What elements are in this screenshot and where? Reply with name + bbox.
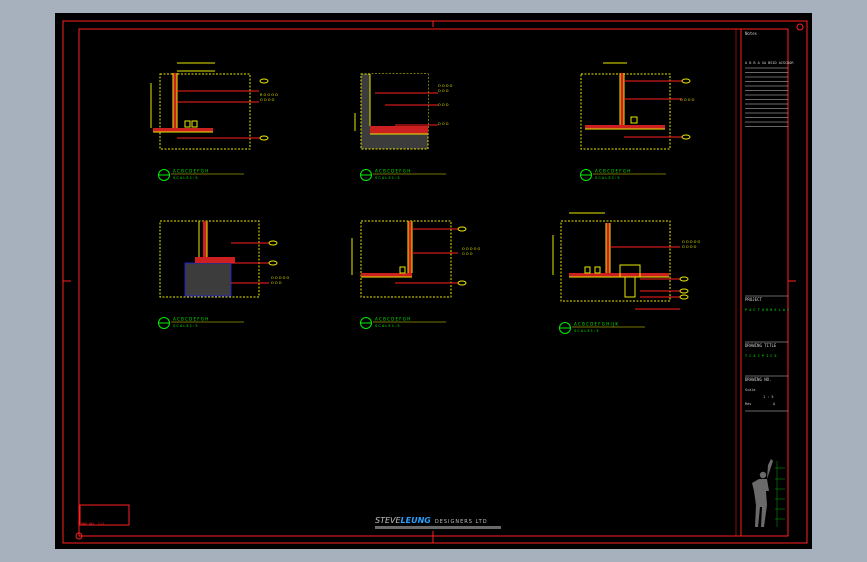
detail-title-text: A C B C D E F G H (173, 317, 208, 322)
detail-scale-text: S C A L E 1 : 5 (173, 176, 198, 180)
rev-value: A (773, 402, 776, 406)
rev-label: Rev (745, 402, 751, 406)
logo-prefix: STEVE (375, 516, 401, 525)
detail-1[interactable]: R O O O O O O O O (150, 62, 278, 150)
detail-3[interactable]: O O O O (580, 62, 695, 150)
svg-text:O O O O O: O O O O O (682, 240, 700, 244)
detail-title-text: A C B C D E F G H (173, 169, 208, 174)
svg-text:O O O: O O O (438, 103, 449, 107)
drawing-viewport[interactable]: DWG NO. 1/1 Notes A B B A SA BSID ACSCDO… (55, 13, 812, 549)
svg-text:O O O: O O O (438, 89, 449, 93)
logo-suffix: DESIGNERS LTD (435, 519, 488, 525)
stamp-text: DWG NO. 1/1 (81, 522, 104, 526)
detail-title-5: A C B C D E F G H S C A L E 1 : 5 (360, 317, 446, 329)
detail-scale-text: S C A L E 1 : 5 (574, 329, 599, 333)
detail-scale-text: S C A L E 1 : 5 (595, 176, 620, 180)
scale-label: Scale (745, 388, 756, 392)
titleblock-table-header: A B B A SA BSID ACSCDOR (745, 61, 794, 65)
detail-title-3: A C B C D E F G H S C A L E 1 : 5 (580, 169, 666, 181)
cad-drawing: DWG NO. 1/1 Notes A B B A SA BSID ACSCDO… (62, 20, 808, 544)
corner-mark-tr (796, 23, 804, 31)
detail-6[interactable]: O O O O O O O O O (552, 212, 700, 310)
drawing-title-value: T C A C P I C E (745, 354, 777, 358)
detail-title-1: A C B C D E F G H S C A L E 1 : 5 (158, 169, 244, 181)
titleblock-notes-header: Notes (745, 31, 758, 36)
detail-6-frame (560, 220, 671, 302)
svg-text:O O O O O: O O O O O (462, 247, 480, 251)
detail-5-frame (360, 220, 452, 298)
svg-text:O O O O: O O O O (260, 98, 275, 102)
logo-brand: LEUNG (401, 516, 432, 525)
detail-scale-text: S C A L E 1 : 5 (375, 324, 400, 328)
detail-title-text: A C B C D E F G H (375, 317, 410, 322)
svg-text:R O O O O: R O O O O (260, 93, 278, 97)
drawing-no-label: DRAWING NO. (745, 377, 772, 382)
detail-scale-text: S C A L E 1 : 5 (375, 176, 400, 180)
modulor-figure-icon (752, 459, 773, 527)
svg-text:O O O: O O O (462, 252, 473, 256)
detail-title-text: A C B C D E F G H (375, 169, 410, 174)
detail-4[interactable]: O O O O O O O O (159, 220, 289, 298)
detail-title-text: A C B C D E F G H (595, 169, 630, 174)
scale-value: 1 : 5 (763, 395, 774, 399)
logo-text: STEVELEUNG DESIGNERS LTD (375, 516, 488, 525)
logo-underline (375, 526, 501, 529)
detail-5[interactable]: O O O O O O O O (351, 220, 480, 298)
detail-title-6: A C B C D E F G H I J K S C A L E 1 : 5 (559, 322, 645, 334)
project-value: P A C T O R B E L A C (745, 308, 789, 312)
detail-scale-text: S C A L E 1 : 5 (173, 324, 198, 328)
detail-title-2: A C B C D E F G H S C A L E 1 : 5 (360, 169, 446, 181)
detail-2[interactable]: O O O O O O O O O O O O O (354, 73, 453, 150)
svg-text:O O O O: O O O O (682, 245, 697, 249)
svg-text:O O O: O O O (438, 122, 449, 126)
svg-text:O O O O: O O O O (438, 84, 453, 88)
modulor-scale (775, 461, 785, 527)
detail-3-frame (580, 73, 671, 150)
detail-title-text: A C B C D E F G H I J K (574, 322, 618, 327)
revision-table (745, 67, 788, 127)
svg-text:O O O O O: O O O O O (271, 276, 289, 280)
project-label: PROJECT (745, 297, 762, 302)
svg-text:O O O O: O O O O (680, 98, 695, 102)
detail-title-4: A C B C D E F G H S C A L E 1 : 5 (158, 317, 244, 329)
svg-text:O O O: O O O (271, 281, 282, 285)
drawing-title-label: DRAWING TITLE (745, 343, 777, 348)
